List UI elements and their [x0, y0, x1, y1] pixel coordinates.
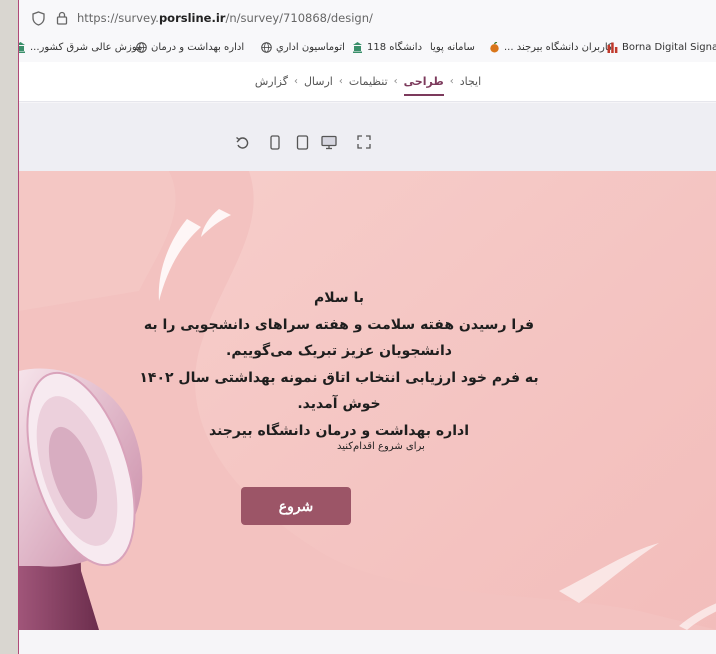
bookmark-label: دانشگاه 118 [367, 42, 423, 53]
step-settings[interactable]: تنظیمات [349, 75, 388, 88]
university-icon [352, 42, 363, 53]
bookmark-item[interactable]: دانشگاه 118 [352, 42, 422, 53]
chevron-left-icon: › [293, 76, 298, 87]
globe-icon [261, 42, 272, 53]
shield-icon[interactable] [31, 10, 46, 26]
survey-preview: با سلام فرا رسیدن هفته سلامت و هفته سراه… [19, 171, 716, 630]
welcome-message: با سلام فرا رسیدن هفته سلامت و هفته سراه… [99, 285, 579, 444]
preview-toolbar [19, 103, 716, 171]
globe-icon [136, 42, 147, 53]
address-bar[interactable]: https://survey.porsline.ir/n/survey/7108… [19, 0, 716, 36]
bookmark-label: ... کاربران دانشگاه بیرجند [504, 42, 613, 53]
chevron-left-icon: › [449, 76, 454, 87]
chevron-left-icon: › [338, 76, 343, 87]
url-prefix: https://survey. [77, 11, 159, 25]
url-domain: porsline.ir [158, 11, 226, 25]
bar-chart-icon [607, 42, 618, 53]
desktop-icon[interactable] [320, 133, 338, 151]
welcome-line: خوش آمدید. [297, 396, 381, 412]
welcome-line: دانشجویان عزیز تبریک می‌گوییم. [226, 343, 452, 359]
apple-icon [489, 41, 500, 53]
bookmark-label: اتوماسیون اداري [276, 42, 345, 53]
bookmark-label: اداره بهداشت و درمان [151, 42, 245, 53]
start-button[interactable]: شروع [241, 487, 351, 525]
bookmark-label: ...موزش عالی شرق کشور [30, 42, 143, 53]
start-hint: برای شروع اقدام‌کنید [337, 441, 425, 452]
step-report[interactable]: گزارش [255, 75, 288, 88]
step-create[interactable]: ایجاد [460, 75, 481, 88]
mobile-icon[interactable] [266, 133, 284, 151]
bookmark-item[interactable]: سامانه پویا [430, 42, 475, 53]
bookmark-label: سامانه پویا [430, 42, 475, 53]
url-text[interactable]: https://survey.porsline.ir/n/survey/7108… [77, 11, 373, 25]
tablet-icon[interactable] [293, 133, 311, 151]
lock-icon[interactable] [54, 11, 69, 26]
bookmark-item[interactable]: اتوماسیون اداري [261, 42, 345, 53]
bookmark-label: Borna Digital Signage... [622, 42, 716, 53]
bottom-strip [19, 630, 716, 654]
welcome-line: با سلام [313, 290, 365, 306]
step-navigation: ایجاد › طراحی › تنظیمات › ارسال › گزارش [19, 62, 716, 102]
chevron-left-icon: › [393, 76, 398, 87]
welcome-line: به فرم خود ارزیابی انتخاب اتاق نمونه بهد… [139, 369, 539, 386]
bookmark-item[interactable]: اداره بهداشت و درمان [136, 42, 244, 53]
step-send[interactable]: ارسال [304, 75, 333, 88]
step-design[interactable]: طراحی [403, 75, 444, 96]
bookmark-item[interactable]: Borna Digital Signage... [607, 42, 716, 53]
browser-window: https://survey.porsline.ir/n/survey/7108… [18, 0, 716, 654]
bookmarks-bar: ...موزش عالی شرق کشور اداره بهداشت و درم… [19, 36, 716, 62]
bookmark-item[interactable]: ...موزش عالی شرق کشور [19, 42, 142, 53]
university-icon [19, 42, 26, 53]
welcome-line: فرا رسیدن هفته سلامت و هفته سراهای دانشج… [143, 316, 535, 333]
undo-icon[interactable] [233, 133, 251, 151]
url-path: /n/survey/710868/design/ [225, 11, 373, 25]
fullscreen-icon[interactable] [355, 133, 373, 151]
bookmark-item[interactable]: ... کاربران دانشگاه بیرجند [489, 41, 613, 53]
